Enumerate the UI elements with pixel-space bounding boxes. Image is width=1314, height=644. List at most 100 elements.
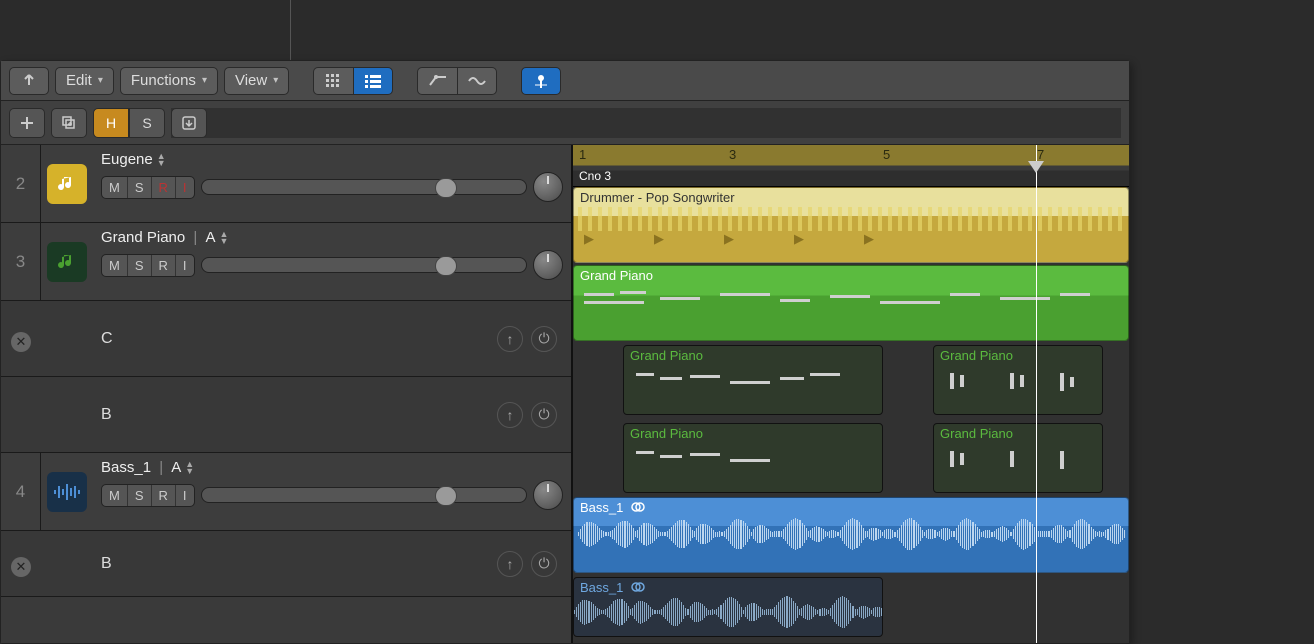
take-folder-row-b[interactable]: B ↑ ⏻ xyxy=(1,377,571,453)
play-marker-icon: ▶ xyxy=(584,231,594,247)
input-button[interactable]: I xyxy=(176,177,194,198)
sort-arrows-icon: ▲▼ xyxy=(219,231,228,245)
solo-button[interactable]: S xyxy=(128,485,152,506)
ruler-marker: Cno 3 xyxy=(579,169,611,183)
download-button[interactable] xyxy=(171,108,207,138)
take-power-button[interactable]: ⏻ xyxy=(531,402,557,428)
list-view-button[interactable] xyxy=(353,67,393,95)
region-bass-main[interactable]: Bass_1 xyxy=(573,497,1129,573)
track-number: 3 xyxy=(1,223,41,300)
view-menu[interactable]: View ▾ xyxy=(224,67,289,95)
track-row-3[interactable]: 3 Grand Piano | A ▲▼ M xyxy=(1,223,571,301)
midi-track-icon xyxy=(47,242,87,282)
take-folder-bass-b[interactable]: ✕ B ↑ ⏻ xyxy=(1,531,571,597)
input-button[interactable]: I xyxy=(176,485,194,506)
pan-knob[interactable] xyxy=(533,480,563,510)
region-piano-take-right[interactable]: Grand Piano xyxy=(933,345,1103,415)
region-title: Grand Piano xyxy=(574,266,1128,285)
ruler[interactable]: 1 3 5 7 Cno 3 xyxy=(573,145,1129,187)
mute-button[interactable]: M xyxy=(102,255,128,276)
mute-button[interactable]: M xyxy=(102,177,128,198)
pan-knob[interactable] xyxy=(533,250,563,280)
ruler-number: 3 xyxy=(729,147,736,162)
solo-button[interactable]: S xyxy=(128,177,152,198)
volume-slider[interactable] xyxy=(201,179,527,195)
arrow-up-left-icon xyxy=(21,73,37,89)
arrange-area[interactable]: 1 3 5 7 Cno 3 Drummer - Pop Songwriter ▶… xyxy=(573,145,1129,643)
region-title: Grand Piano xyxy=(934,424,1102,443)
header-h-button[interactable]: H xyxy=(93,108,129,138)
record-button[interactable]: R xyxy=(152,177,176,198)
chevron-down-icon: ▾ xyxy=(98,75,103,86)
duplicate-track-button[interactable] xyxy=(51,108,87,138)
sort-arrows-icon: ▲▼ xyxy=(157,153,166,167)
track-row-2[interactable]: 2 Eugene ▲▼ M S R xyxy=(1,145,571,223)
take-power-button[interactable]: ⏻ xyxy=(531,551,557,577)
track-name[interactable]: Grand Piano | A ▲▼ xyxy=(101,229,563,246)
waveform-preview xyxy=(578,207,1124,231)
chevron-down-icon: ▾ xyxy=(273,75,278,86)
record-button[interactable]: R xyxy=(152,255,176,276)
msri-buttons: M S R I xyxy=(101,176,195,199)
playhead-icon xyxy=(533,73,549,89)
take-power-button[interactable]: ⏻ xyxy=(531,326,557,352)
volume-slider[interactable] xyxy=(201,257,527,273)
region-bass-take[interactable]: Bass_1 xyxy=(573,577,883,637)
take-folder-row-c[interactable]: ✕ C ↑ ⏻ xyxy=(1,301,571,377)
toolbar: Edit ▾ Functions ▾ View ▾ xyxy=(1,61,1129,101)
track-number: 2 xyxy=(1,145,41,222)
grid-view-button[interactable] xyxy=(313,67,353,95)
mute-button[interactable]: M xyxy=(102,485,128,506)
track-name[interactable]: Eugene ▲▼ xyxy=(101,151,563,168)
msri-buttons: M S R I xyxy=(101,484,195,507)
catch-playhead-button[interactable] xyxy=(521,67,561,95)
flex-icon xyxy=(468,74,486,88)
midi-preview xyxy=(630,367,876,401)
close-take-button[interactable]: ✕ xyxy=(11,557,31,577)
tracks-window: Edit ▾ Functions ▾ View ▾ xyxy=(0,60,1130,644)
list-icon xyxy=(365,74,381,88)
add-track-button[interactable] xyxy=(9,108,45,138)
region-title: Drummer - Pop Songwriter xyxy=(574,188,1128,207)
input-button[interactable]: I xyxy=(176,255,194,276)
take-up-button[interactable]: ↑ xyxy=(497,402,523,428)
close-take-button[interactable]: ✕ xyxy=(11,332,31,352)
music-note-icon xyxy=(57,252,77,272)
track-name[interactable]: Bass_1 | A ▲▼ xyxy=(101,459,563,476)
take-up-button[interactable]: ↑ xyxy=(497,551,523,577)
plus-icon xyxy=(20,116,34,130)
region-title: Grand Piano xyxy=(624,424,882,443)
take-label: B xyxy=(101,555,112,573)
track-row-4[interactable]: 4 Bass_1 | A ▲▼ M xyxy=(1,453,571,531)
automation-curve-button[interactable] xyxy=(417,67,457,95)
solo-button[interactable]: S xyxy=(128,255,152,276)
functions-menu[interactable]: Functions ▾ xyxy=(120,67,218,95)
track-header-bar: H S xyxy=(1,101,1129,145)
msri-buttons: M S R I xyxy=(101,254,195,277)
edit-menu[interactable]: Edit ▾ xyxy=(55,67,114,95)
flex-button[interactable] xyxy=(457,67,497,95)
ruler-number: 7 xyxy=(1037,147,1044,162)
region-piano-take-b-right[interactable]: Grand Piano xyxy=(933,423,1103,493)
region-piano-main[interactable]: Grand Piano xyxy=(573,265,1129,341)
region-drummer[interactable]: Drummer - Pop Songwriter ▶ ▶▶ ▶▶ xyxy=(573,187,1129,263)
header-s-button[interactable]: S xyxy=(129,108,165,138)
record-button[interactable]: R xyxy=(152,485,176,506)
region-piano-take-b-left[interactable]: Grand Piano xyxy=(623,423,883,493)
midi-preview xyxy=(580,287,1122,321)
region-title: Grand Piano xyxy=(934,346,1102,365)
back-up-button[interactable] xyxy=(9,67,49,95)
pan-knob[interactable] xyxy=(533,172,563,202)
track-list: 2 Eugene ▲▼ M S R xyxy=(1,145,573,643)
midi-preview xyxy=(940,367,1096,401)
take-up-button[interactable]: ↑ xyxy=(497,326,523,352)
region-title: Bass_1 xyxy=(574,498,1128,518)
grid-icon xyxy=(326,74,342,88)
duplicate-icon xyxy=(61,115,77,131)
region-piano-take-left[interactable]: Grand Piano xyxy=(623,345,883,415)
volume-slider[interactable] xyxy=(201,487,527,503)
playhead[interactable] xyxy=(1036,145,1037,643)
waveform-preview xyxy=(578,518,1124,550)
automation-group xyxy=(417,67,497,95)
ruler-number: 5 xyxy=(883,147,890,162)
